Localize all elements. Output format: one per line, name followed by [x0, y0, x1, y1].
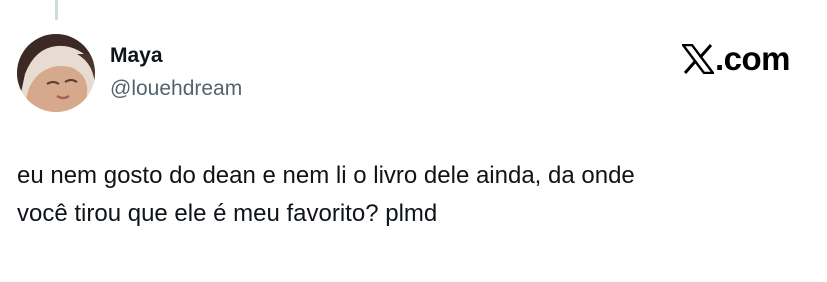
tweet-text-line: eu nem gosto do dean e nem li o livro de… — [17, 162, 635, 189]
brand-domain-suffix: .com — [714, 40, 791, 77]
author-display-name[interactable]: Maya — [110, 43, 163, 69]
x-brand-watermark: .com — [681, 39, 791, 79]
tweet-text-line: você tirou que ele é meu favorito? plmd — [17, 200, 438, 227]
profile-photo-icon — [17, 34, 95, 112]
tweet-body: eu nem gosto do dean e nem li o livro de… — [17, 157, 807, 233]
thread-connector-line — [55, 0, 58, 20]
author-handle[interactable]: @louehdream — [110, 75, 242, 103]
x-logo-icon — [681, 44, 714, 74]
avatar[interactable] — [17, 34, 95, 112]
